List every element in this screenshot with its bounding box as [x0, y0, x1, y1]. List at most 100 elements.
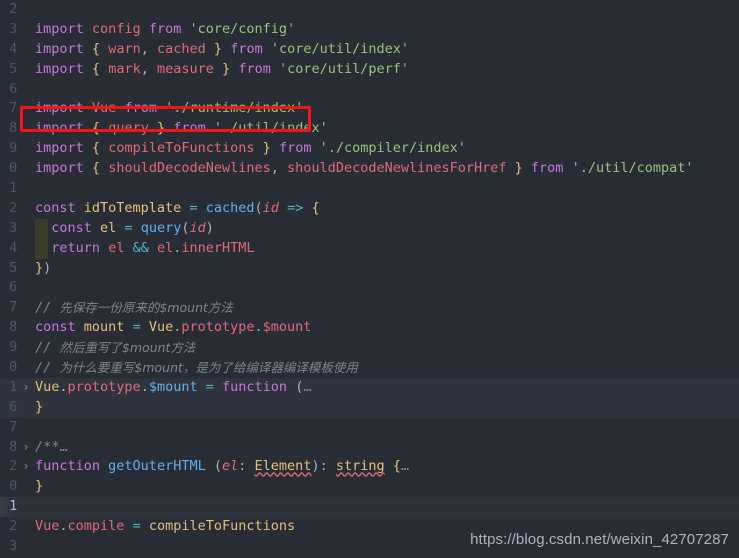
chevron-right-icon[interactable]: ›: [20, 457, 32, 477]
code-line[interactable]: 8 import { query } from './util/index': [0, 119, 739, 139]
code-editor-pane[interactable]: 2 3 import config from 'core/config' 4 impor…: [0, 0, 739, 558]
token: from: [148, 20, 182, 37]
token: import: [35, 20, 84, 37]
token: cached: [157, 40, 206, 57]
chevron-right-icon[interactable]: ›: [20, 438, 32, 458]
token: from: [238, 60, 271, 77]
line-number: 8: [9, 120, 17, 137]
code-lines-container[interactable]: 2 3 import config from 'core/config' 4 impor…: [0, 0, 739, 558]
token: &&: [132, 239, 149, 256]
code-line[interactable]: 7 // 先保存一份原来的$mount方法: [0, 298, 739, 318]
code-line[interactable]: 7 import Vue from './runtime/index': [0, 99, 739, 119]
token: measure: [157, 60, 214, 77]
token: cached: [205, 199, 255, 216]
token: from: [173, 120, 206, 137]
code-line[interactable]: 0 import { shouldDecodeNewlines, shouldDe…: [0, 159, 739, 179]
code-line[interactable]: 0}: [0, 477, 739, 497]
code-line[interactable]: 9 // 然后重写了$mount方法: [0, 338, 739, 358]
code-line[interactable]: 5 import { mark, measure } from 'core/uti…: [0, 60, 739, 80]
line-number: 2: [9, 199, 17, 216]
code-line[interactable]: 6: [0, 278, 739, 298]
token: function: [222, 378, 288, 395]
line-number: 9: [9, 140, 17, 157]
code-line[interactable]: 4 import { warn, cached } from 'core/util…: [0, 40, 739, 60]
token: innerHTML: [181, 239, 255, 256]
token: './runtime/index': [165, 100, 304, 117]
code-line[interactable]: 6}: [0, 397, 739, 418]
token: config: [91, 20, 141, 37]
code-line-text: import { mark, measure } from 'core/util…: [35, 60, 739, 80]
code-line[interactable]: 2: [0, 0, 739, 20]
code-line[interactable]: 8 const mount = Vue.prototype.$mount: [0, 318, 739, 338]
code-line-text: const el = query(id): [35, 219, 739, 239]
code-line[interactable]: 1: [0, 179, 739, 199]
chevron-right-icon[interactable]: ›: [20, 378, 32, 398]
line-number: 8: [9, 319, 17, 336]
line-number: 5: [9, 60, 17, 77]
code-line[interactable]: 1: [0, 497, 739, 518]
token: {: [311, 199, 320, 216]
token: Vue: [148, 319, 174, 336]
token: import: [35, 160, 84, 177]
token: //: [35, 300, 60, 317]
token: 为什么要重写$mount，是为了给编译器编译模板使用: [59, 360, 358, 376]
code-line-text: // 然后重写了$mount方法: [35, 338, 739, 359]
code-line[interactable]: 3 const el = query(id): [0, 218, 739, 239]
code-line[interactable]: 1 › Vue.prototype.$mount = function (…: [0, 377, 739, 398]
token: /**: [35, 438, 60, 455]
token: …: [303, 378, 312, 395]
token: import: [35, 120, 84, 137]
code-line[interactable]: 9 import { compileToFunctions } from './c…: [0, 139, 739, 159]
line-number: 3: [9, 219, 17, 236]
token: }: [156, 120, 166, 137]
code-line[interactable]: 3 import config from 'core/config': [0, 20, 739, 40]
code-line[interactable]: 8 ›/**…: [0, 438, 739, 458]
line-number: 6: [9, 80, 17, 97]
code-line[interactable]: 6: [0, 80, 739, 100]
token: {: [91, 160, 101, 177]
token: }: [262, 140, 271, 157]
code-line[interactable]: 0 // 为什么要重写$mount，是为了给编译器编译模板使用: [0, 358, 739, 378]
line-number: 4: [9, 239, 17, 256]
code-line-text: import Vue from './runtime/index': [35, 99, 739, 119]
token: {: [91, 140, 101, 157]
token: prototype: [67, 378, 141, 395]
token: import: [35, 40, 84, 57]
token: 'core/config': [189, 20, 296, 37]
token: string: [335, 458, 385, 475]
watermark-url: https://blog.csdn.net/weixin_42707287: [470, 531, 729, 548]
code-line[interactable]: 2 const idToTemplate = cached(id => {: [0, 199, 739, 219]
code-line[interactable]: 2 › function getOuterHTML (el: Element): s…: [0, 457, 739, 477]
token: from: [124, 100, 157, 117]
token: ,: [140, 40, 149, 57]
token: …: [400, 458, 410, 475]
token: $mount: [148, 378, 198, 395]
line-number: 1: [9, 378, 17, 395]
token: =: [132, 518, 141, 535]
code-line[interactable]: 7: [0, 418, 739, 438]
token: ): [311, 458, 320, 475]
token: 先保存一份原来的$mount方法: [59, 300, 233, 316]
code-line[interactable]: 4 return el && el.innerHTML: [0, 238, 739, 259]
token: el: [157, 239, 174, 256]
code-line[interactable]: 5}): [0, 259, 739, 279]
code-line-text: import { compileToFunctions } from './co…: [35, 139, 739, 159]
token: from: [230, 40, 263, 57]
token: const: [51, 219, 92, 236]
